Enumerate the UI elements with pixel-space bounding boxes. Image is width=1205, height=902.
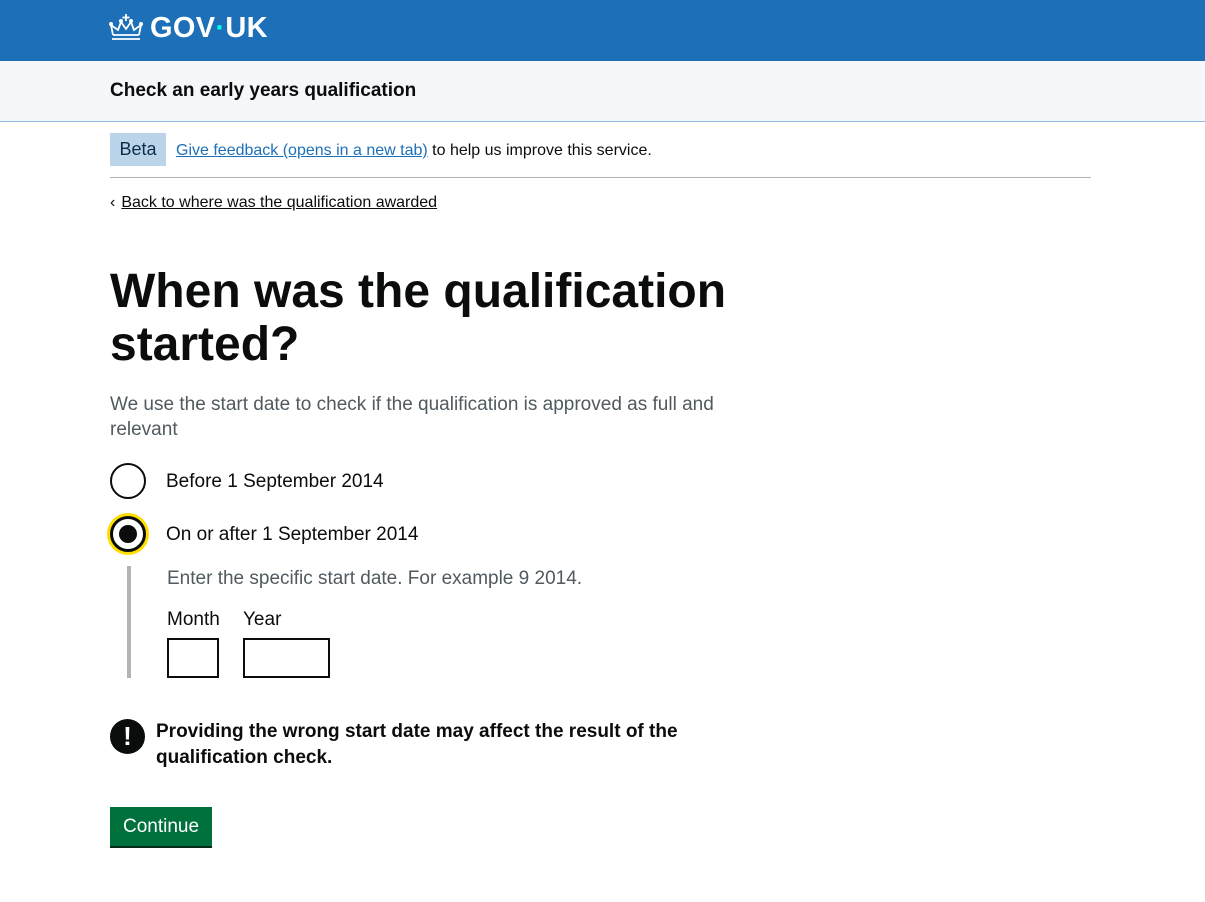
radio-button-selected[interactable] — [110, 516, 146, 552]
month-input[interactable] — [167, 638, 219, 678]
year-date-item: Year — [243, 607, 330, 678]
logo-text: GOV·UK — [150, 10, 268, 46]
warning-icon: ! — [110, 719, 145, 754]
question-hint: We use the start date to check if the qu… — [110, 394, 714, 440]
month-label: Month — [167, 609, 220, 630]
date-hint: Enter the specific start date. For examp… — [167, 568, 583, 589]
warning-text: ! Providing the wrong start date may aff… — [110, 719, 696, 771]
page-title: When was the qualification started? — [110, 265, 727, 371]
back-link[interactable]: Back to where was the qualification awar… — [121, 193, 437, 213]
phase-banner: Beta Give feedback (opens in a new tab) … — [110, 132, 1091, 178]
radio-button[interactable] — [110, 463, 146, 499]
govuk-logo-link[interactable]: GOV·UK — [109, 10, 268, 46]
feedback-link[interactable]: Give feedback (opens in a new tab) — [176, 142, 428, 159]
phase-banner-suffix: to help us improve this service. — [432, 142, 652, 159]
radio-label[interactable]: On or after 1 September 2014 — [166, 522, 418, 547]
chevron-left-icon: ‹ — [110, 194, 116, 211]
year-label: Year — [243, 609, 282, 630]
month-date-item: Month — [167, 607, 220, 678]
warning-message: Providing the wrong start date may affec… — [156, 721, 678, 768]
radio-before-2014[interactable]: Before 1 September 2014 — [110, 463, 384, 499]
beta-tag: Beta — [110, 133, 166, 166]
radio-label[interactable]: Before 1 September 2014 — [166, 469, 384, 494]
site-header: GOV·UK — [0, 0, 1205, 61]
year-input[interactable] — [243, 638, 330, 678]
logo-text-gov: GOV — [150, 12, 216, 44]
crown-icon — [109, 14, 143, 40]
back-link-container: ‹ Back to where was the qualification aw… — [110, 193, 437, 213]
continue-button[interactable]: Continue — [110, 807, 212, 846]
logo-dot: · — [215, 12, 226, 44]
radio-after-2014[interactable]: On or after 1 September 2014 — [110, 516, 418, 552]
conditional-reveal-bar — [127, 566, 131, 678]
phase-banner-text: Give feedback (opens in a new tab) to he… — [176, 141, 652, 161]
logo-text-uk: UK — [225, 12, 268, 44]
service-name-link[interactable]: Check an early years qualification — [110, 80, 416, 102]
